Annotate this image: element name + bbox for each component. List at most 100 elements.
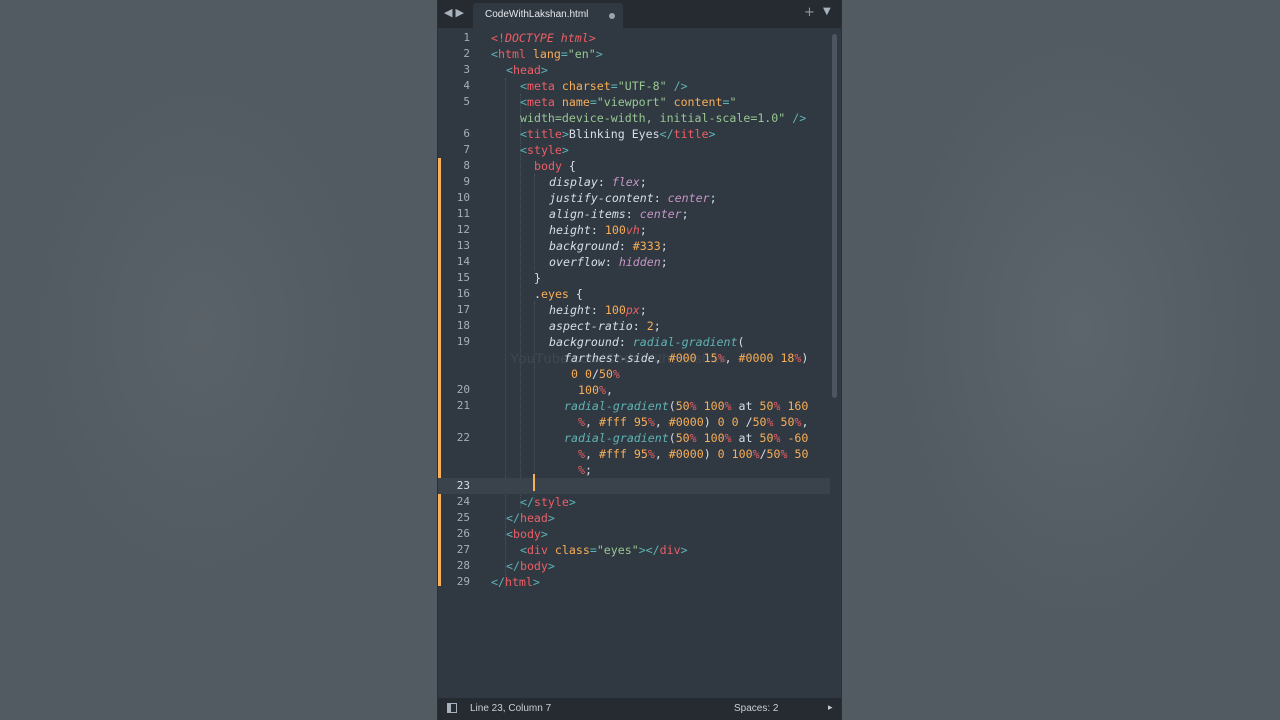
code-token: > [540, 63, 548, 77]
code-line-14[interactable]: 14 overflow: hidden; [438, 254, 830, 270]
code-token: { [561, 159, 576, 173]
code-line-6[interactable]: 6 <title>Blinking Eyes</title> [438, 126, 830, 142]
code-area[interactable]: YouTube.com/CodeWithLakshan 1 <!DOCTYPE … [438, 30, 830, 695]
chevron-left-icon[interactable]: ◀ [444, 6, 455, 19]
code-line-8[interactable]: 8 body { [438, 158, 830, 174]
code-token: html [497, 47, 526, 61]
code-token: radial-gradient [564, 431, 669, 445]
code-token: 50 [766, 447, 781, 461]
line-number: 16 [456, 287, 470, 300]
line-number: 5 [463, 95, 470, 108]
code-token: / [591, 367, 599, 381]
code-token: 50 [752, 415, 767, 429]
code-token: center [667, 191, 710, 205]
code-line-11[interactable]: 11 align-items: center; [438, 206, 830, 222]
code-line-21[interactable]: 21 radial-gradient(50% 100% at 50% 160 [438, 398, 830, 414]
code-line-9[interactable]: 9 display: flex; [438, 174, 830, 190]
line-number: 6 [463, 127, 470, 140]
code-token: " [729, 95, 737, 109]
code-token: align-items [549, 207, 626, 221]
code-line-1[interactable]: 1 <!DOCTYPE html> [438, 30, 830, 46]
text-cursor [533, 474, 535, 491]
code-line-26[interactable]: 26 <body> [438, 526, 830, 542]
code-token: > [532, 575, 540, 589]
tab-navigation[interactable]: ◀▶ [444, 6, 467, 19]
code-token: background [549, 335, 619, 349]
code-line-3[interactable]: 3 <head> [438, 62, 830, 78]
code-token: % [647, 447, 655, 461]
code-line-15[interactable]: 15 } [438, 270, 830, 286]
syntax-menu-icon[interactable]: ▸ [828, 702, 833, 713]
code-token: title [526, 127, 562, 141]
panel-toggle-icon[interactable] [447, 703, 457, 713]
code-line-7[interactable]: 7 <style> [438, 142, 830, 158]
code-token: , [801, 415, 809, 429]
code-line-10[interactable]: 10 justify-content: center; [438, 190, 830, 206]
code-token: meta [526, 95, 555, 109]
code-token: 100 [703, 431, 725, 445]
code-token: # [668, 415, 676, 429]
code-token: { [568, 287, 583, 301]
code-line-18[interactable]: 18 aspect-ratio: 2; [438, 318, 830, 334]
tab-codewithlakshan[interactable]: CodeWithLakshan.html [473, 3, 623, 28]
new-tab-icon[interactable]: + [804, 5, 815, 20]
code-line-25[interactable]: 25 </head> [438, 510, 830, 526]
code-token: aspect-ratio [549, 319, 633, 333]
code-line-19-wrap-2[interactable]: 0 0/50% [438, 366, 830, 382]
vertical-scrollbar[interactable] [832, 34, 837, 398]
code-token: style [533, 495, 569, 509]
code-token: at [738, 399, 760, 413]
code-line-20[interactable]: 20 100%, [438, 382, 830, 398]
code-token: overflow [549, 255, 605, 269]
code-token: radial-gradient [564, 399, 669, 413]
code-token: 95 [633, 415, 648, 429]
code-token: "en" [567, 47, 596, 61]
line-number: 27 [456, 543, 470, 556]
line-number: 4 [463, 79, 470, 92]
line-number: 28 [456, 559, 470, 572]
code-line-29[interactable]: 29 </html> [438, 574, 830, 590]
code-line-27[interactable]: 27 <div class="eyes"></div> [438, 542, 830, 558]
code-line-13[interactable]: 13 background: #333; [438, 238, 830, 254]
code-line-22-wrap-1[interactable]: %, #fff 95%, #0000) 0 100%/50% 50 [438, 446, 830, 462]
tab-menu-icon[interactable]: ▼ [823, 6, 831, 17]
code-line-5-wrap[interactable]: width=device-width, initial-scale=1.0" /… [438, 110, 830, 126]
code-token: 100 [703, 399, 725, 413]
code-line-21-wrap[interactable]: %, #fff 95%, #0000) 0 0 /50% 50%, [438, 414, 830, 430]
code-line-22[interactable]: 22 radial-gradient(50% 100% at 50% -60 [438, 430, 830, 446]
code-token: </ [491, 575, 505, 589]
code-line-24[interactable]: 24 </style> [438, 494, 830, 510]
code-token: : [590, 303, 605, 317]
code-line-19-wrap-1[interactable]: farthest-side, #000 15%, #0000 18%) [438, 350, 830, 366]
code-token: 160 [787, 399, 809, 413]
code-token: ; [660, 255, 668, 269]
code-line-16[interactable]: 16 .eyes { [438, 286, 830, 302]
tab-title: CodeWithLakshan.html [485, 9, 589, 20]
code-token: 50 [675, 399, 690, 413]
code-line-17[interactable]: 17 height: 100px; [438, 302, 830, 318]
code-token: farthest-side [564, 351, 655, 365]
line-number: 7 [463, 143, 470, 156]
line-number: 21 [456, 399, 470, 412]
code-token: > [540, 527, 548, 541]
code-token: # [598, 415, 606, 429]
code-line-22-wrap-2[interactable]: %; [438, 462, 830, 478]
code-token: div [526, 543, 548, 557]
unsaved-dot-icon[interactable] [609, 13, 615, 19]
code-token: </ [659, 127, 674, 141]
code-token: ></ [638, 543, 660, 557]
cursor-position[interactable]: Line 23, Column 7 [470, 703, 551, 714]
code-line-23[interactable]: 23 [438, 478, 830, 494]
code-token: , [584, 415, 599, 429]
code-token: > [568, 495, 576, 509]
indentation-setting[interactable]: Spaces: 2 [734, 703, 778, 714]
code-token: , [724, 351, 739, 365]
code-line-5[interactable]: 5 <meta name="viewport" content=" [438, 94, 830, 110]
code-line-12[interactable]: 12 height: 100vh; [438, 222, 830, 238]
code-line-19[interactable]: 19 background: radial-gradient( [438, 334, 830, 350]
code-token: charset [554, 79, 611, 93]
chevron-right-icon[interactable]: ▶ [455, 6, 466, 19]
code-line-28[interactable]: 28 </body> [438, 558, 830, 574]
code-line-2[interactable]: 2 <html lang="en"> [438, 46, 830, 62]
code-line-4[interactable]: 4 <meta charset="UTF-8" /> [438, 78, 830, 94]
